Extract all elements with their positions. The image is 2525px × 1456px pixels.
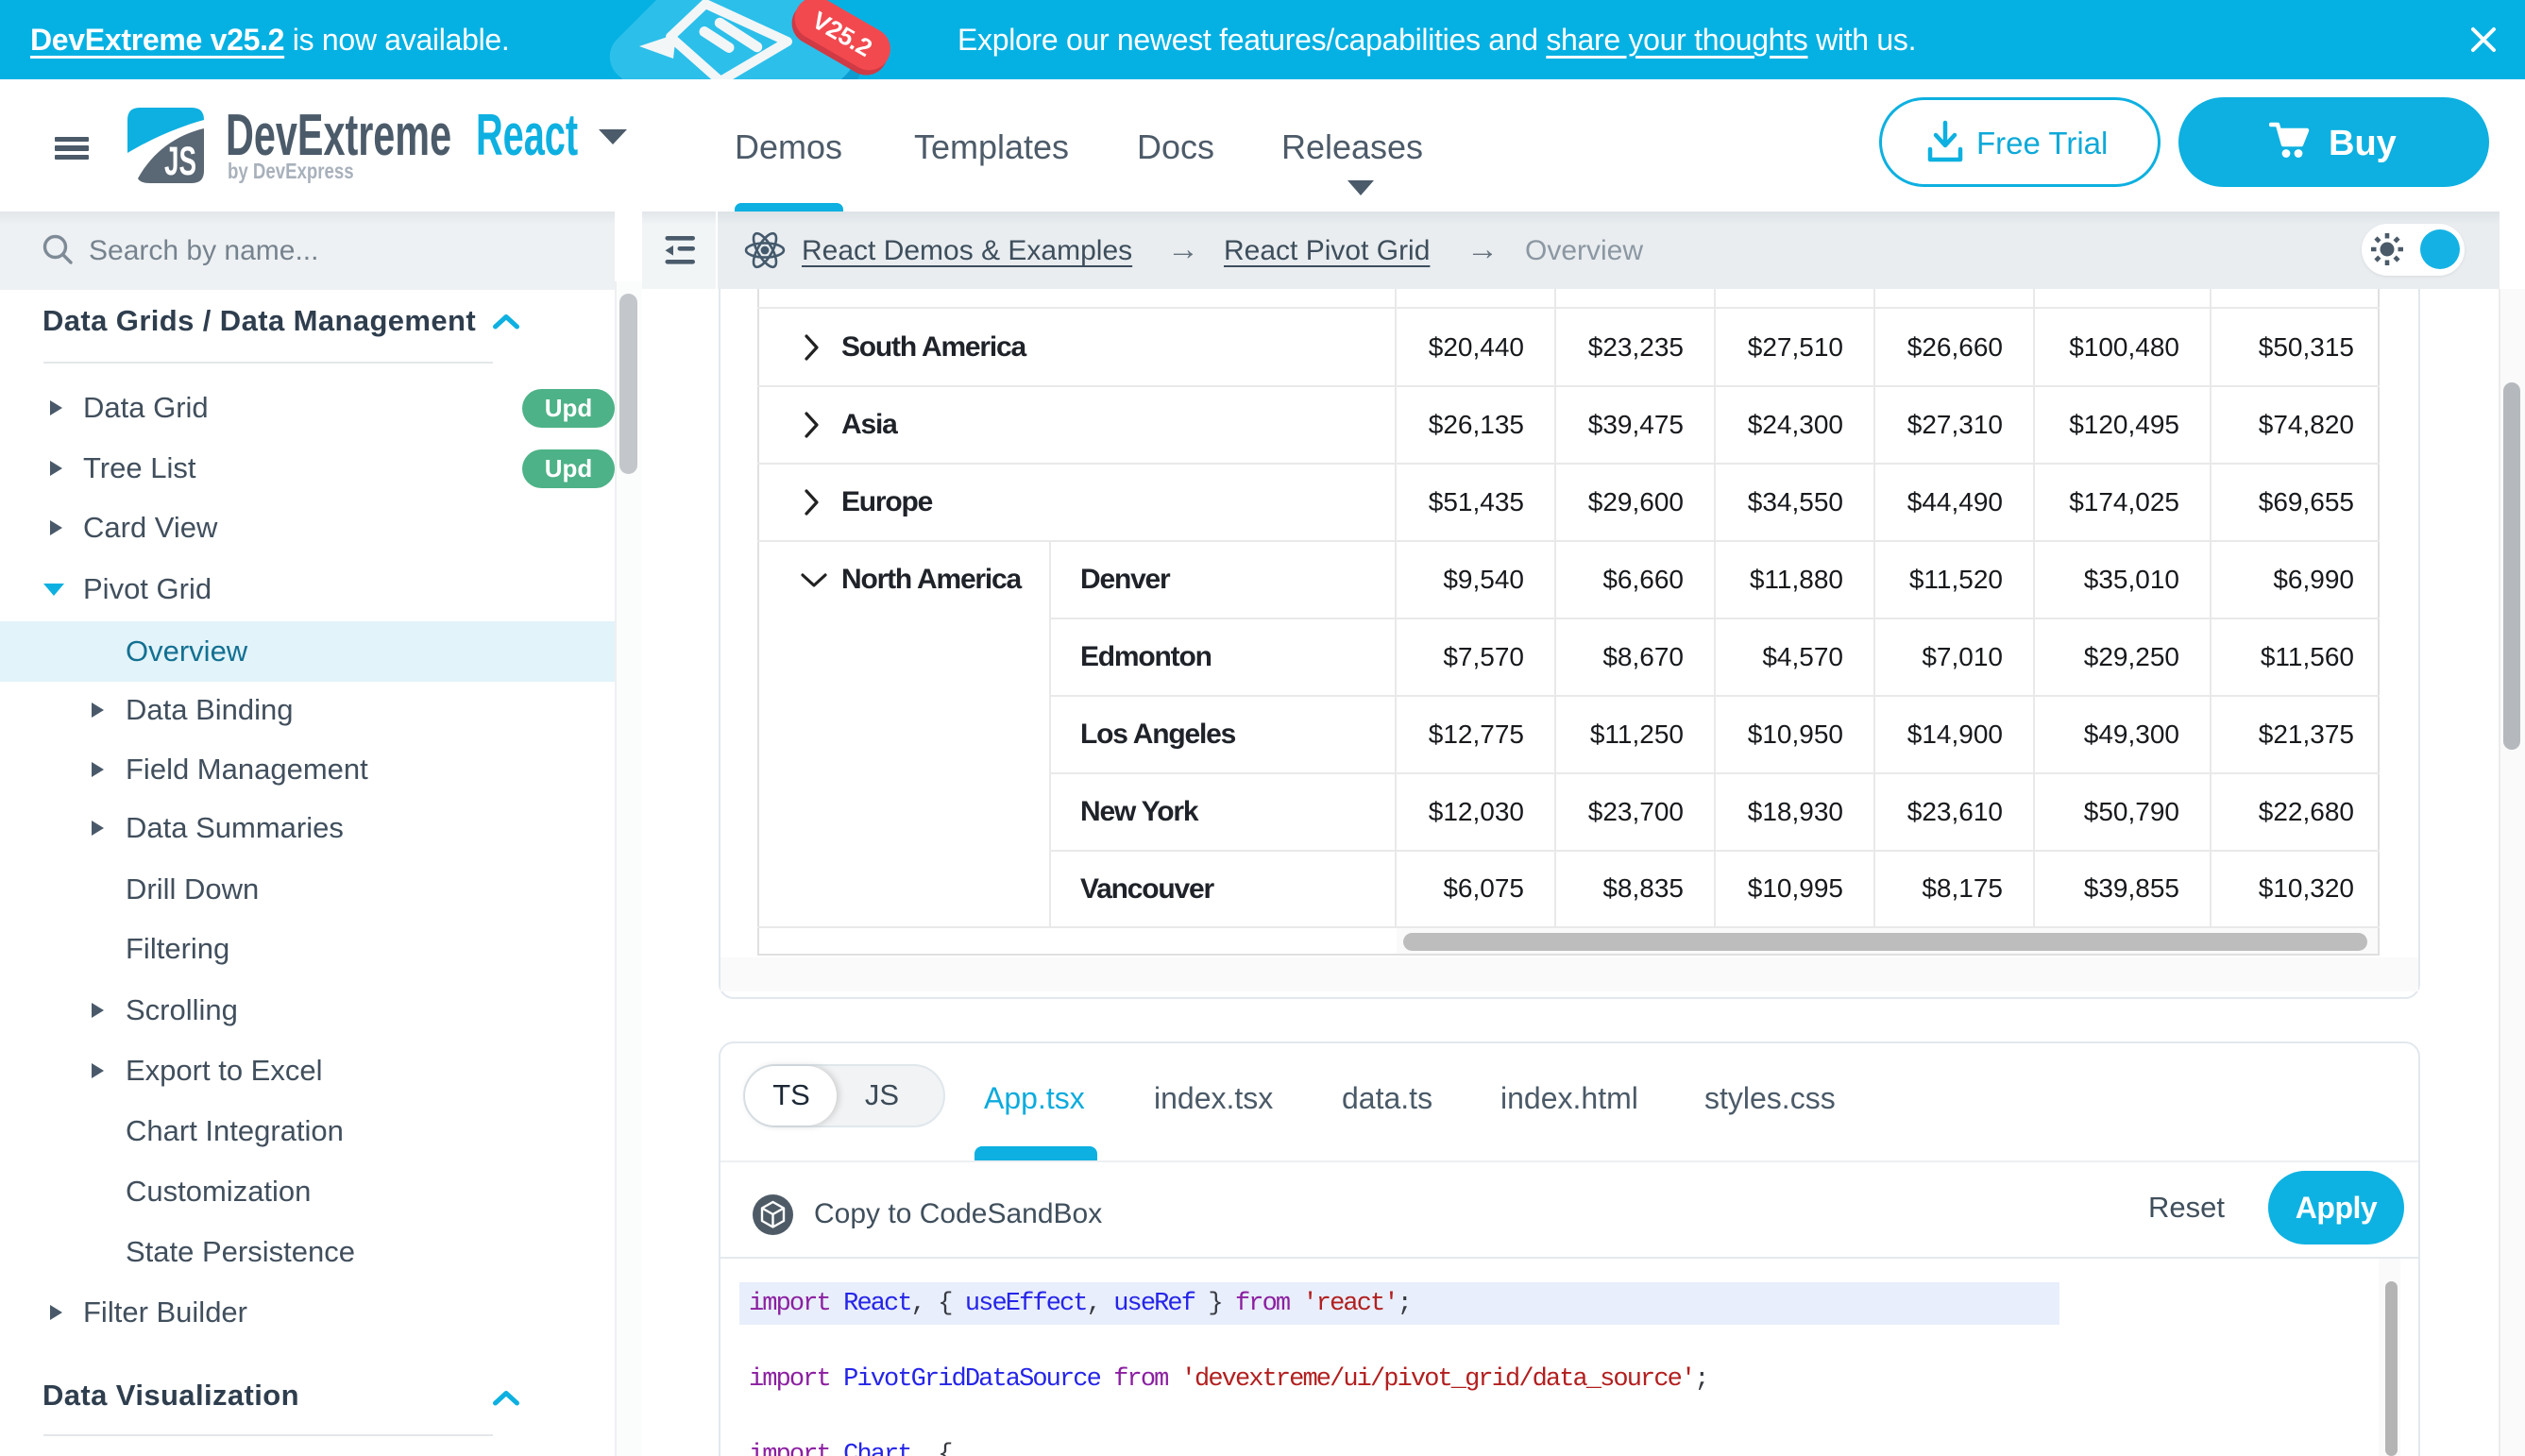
svg-text:JS: JS xyxy=(164,139,196,183)
